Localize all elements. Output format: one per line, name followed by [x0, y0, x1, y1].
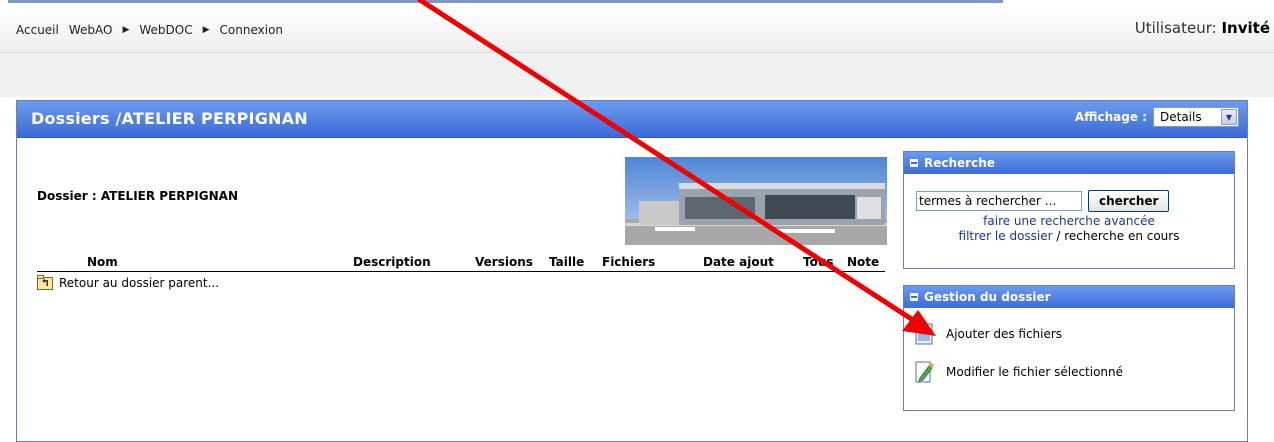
- folder-thumbnail: [625, 157, 887, 245]
- column-date-ajout[interactable]: Date ajout: [703, 255, 774, 269]
- breadcrumb-accueil[interactable]: Accueil: [16, 23, 59, 37]
- folder-management-header[interactable]: Gestion du dossier: [904, 286, 1234, 308]
- user-name: Invité: [1221, 19, 1270, 37]
- top-accent-line: [8, 0, 1003, 3]
- breadcrumb-webdoc[interactable]: WebDOC: [139, 23, 192, 37]
- search-box-header[interactable]: Recherche: [904, 152, 1234, 174]
- add-files-action[interactable]: Ajouter des fichiers: [914, 322, 1234, 346]
- breadcrumb: Accueil WebAO ▶ WebDOC ▶ Connexion: [16, 23, 293, 37]
- view-mode-control: Affichage : Details ▼: [1075, 107, 1239, 127]
- building-photo-image: [625, 157, 887, 245]
- search-box: Recherche chercher faire une recherche a…: [903, 151, 1235, 269]
- add-files-label: Ajouter des fichiers: [946, 327, 1063, 341]
- folder-up-icon: [37, 275, 53, 290]
- search-button[interactable]: chercher: [1088, 190, 1170, 212]
- column-fichiers[interactable]: Fichiers: [602, 255, 655, 269]
- column-note[interactable]: Note: [847, 255, 879, 269]
- column-tous[interactable]: Tous: [803, 255, 834, 269]
- view-mode-value: Details: [1160, 110, 1202, 124]
- folder-management-box: Gestion du dossier Ajouter des fichiers …: [903, 285, 1235, 411]
- filter-line: filtrer le dossier / recherche en cours: [904, 229, 1234, 243]
- modify-file-label: Modifier le fichier sélectionné: [946, 365, 1124, 379]
- user-info: Utilisateur: Invité: [1135, 19, 1270, 37]
- chevron-down-icon[interactable]: ▼: [1221, 109, 1237, 125]
- top-bar: Accueil WebAO ▶ WebDOC ▶ Connexion Utili…: [0, 6, 1274, 53]
- breadcrumb-connexion[interactable]: Connexion: [220, 23, 284, 37]
- column-nom[interactable]: Nom: [87, 255, 118, 269]
- edit-file-icon: [915, 361, 934, 383]
- column-taille[interactable]: Taille: [549, 255, 584, 269]
- view-mode-select[interactable]: Details ▼: [1153, 107, 1239, 127]
- folder-management-title: Gestion du dossier: [924, 290, 1051, 304]
- file-table-header: Nom Description Versions Taille Fichiers…: [37, 253, 885, 272]
- view-mode-label: Affichage :: [1074, 110, 1147, 124]
- triangle-right-icon: ▶: [122, 25, 130, 35]
- page-title: Dossiers /ATELIER PERPIGNAN: [31, 109, 308, 128]
- minus-icon[interactable]: [910, 159, 918, 167]
- minus-icon[interactable]: [910, 293, 918, 301]
- column-description[interactable]: Description: [353, 255, 431, 269]
- filter-separator: /: [1052, 229, 1065, 243]
- modify-file-action[interactable]: Modifier le fichier sélectionné: [914, 360, 1234, 384]
- header-band: [0, 53, 1274, 97]
- user-label: Utilisateur:: [1134, 19, 1217, 37]
- filter-folder-link[interactable]: filtrer le dossier: [959, 229, 1053, 243]
- breadcrumb-webao[interactable]: WebAO: [69, 23, 113, 37]
- column-versions[interactable]: Versions: [475, 255, 533, 269]
- filter-status-text: recherche en cours: [1064, 229, 1180, 243]
- current-folder-label: Dossier : ATELIER PERPIGNAN: [37, 189, 238, 203]
- folder-panel: Dossiers /ATELIER PERPIGNAN Affichage : …: [16, 100, 1248, 442]
- parent-folder-link[interactable]: Retour au dossier parent...: [59, 276, 219, 290]
- table-row[interactable]: Retour au dossier parent...: [37, 275, 219, 290]
- panel-header: Dossiers /ATELIER PERPIGNAN Affichage : …: [17, 101, 1247, 138]
- triangle-right-icon: ▶: [202, 25, 210, 35]
- search-box-title: Recherche: [924, 156, 995, 170]
- advanced-search-link[interactable]: faire une recherche avancée: [904, 214, 1234, 228]
- search-input[interactable]: [916, 191, 1082, 211]
- add-file-icon: [914, 322, 933, 345]
